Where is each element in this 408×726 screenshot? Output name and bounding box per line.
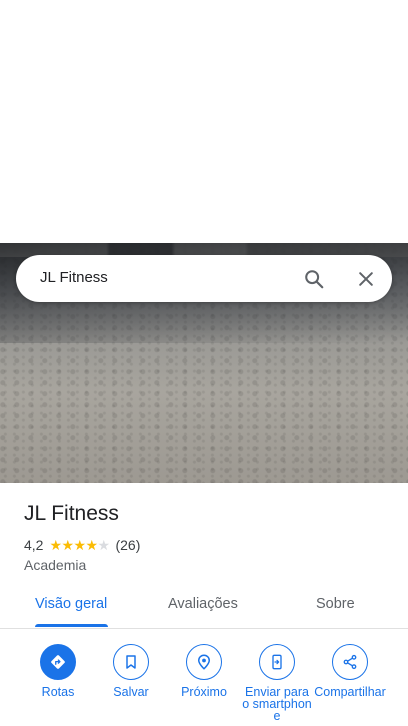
nearby-icon <box>186 644 222 680</box>
tab-about[interactable]: Sobre <box>316 596 355 612</box>
nearby-button[interactable]: Próximo <box>167 644 241 698</box>
send-to-phone-icon <box>259 644 295 680</box>
close-icon[interactable] <box>356 269 376 289</box>
share-label: Compartilhar <box>314 685 386 699</box>
send-to-phone-label: Enviar para o smartphone <box>242 685 312 723</box>
tab-reviews[interactable]: Avaliações <box>168 596 238 612</box>
star-icon: ★ <box>61 537 75 553</box>
directions-label: Rotas <box>41 685 75 699</box>
place-title: JL Fitness <box>24 502 119 525</box>
star-rating: ★ ★ ★ ★ ★ <box>49 537 111 553</box>
active-tab-indicator <box>35 624 108 627</box>
tab-overview[interactable]: Visão geral <box>35 596 107 612</box>
rating-row[interactable]: 4,2 ★ ★ ★ ★ ★ (26) <box>24 537 140 553</box>
rating-value: 4,2 <box>24 537 44 553</box>
bookmark-icon <box>113 644 149 680</box>
share-icon <box>332 644 368 680</box>
star-icon: ★ <box>73 537 87 553</box>
tab-bar: Visão geral Avaliações Sobre <box>0 584 408 629</box>
search-icon[interactable] <box>303 268 325 290</box>
map-area-blank <box>0 0 408 243</box>
save-label: Salvar <box>113 685 149 699</box>
star-icon: ★ <box>85 537 99 553</box>
nearby-label: Próximo <box>181 685 227 699</box>
place-category[interactable]: Academia <box>24 557 86 573</box>
review-count: (26) <box>115 537 141 553</box>
search-input[interactable]: JL Fitness <box>40 269 108 286</box>
search-bar[interactable]: JL Fitness <box>16 255 392 302</box>
send-to-phone-button[interactable]: Enviar para o smartphone <box>240 644 314 722</box>
save-button[interactable]: Salvar <box>94 644 168 698</box>
star-icon: ★ <box>49 537 63 553</box>
directions-icon <box>40 644 76 680</box>
share-button[interactable]: Compartilhar <box>313 644 387 698</box>
star-icon: ★ <box>97 537 111 553</box>
directions-button[interactable]: Rotas <box>21 644 95 698</box>
